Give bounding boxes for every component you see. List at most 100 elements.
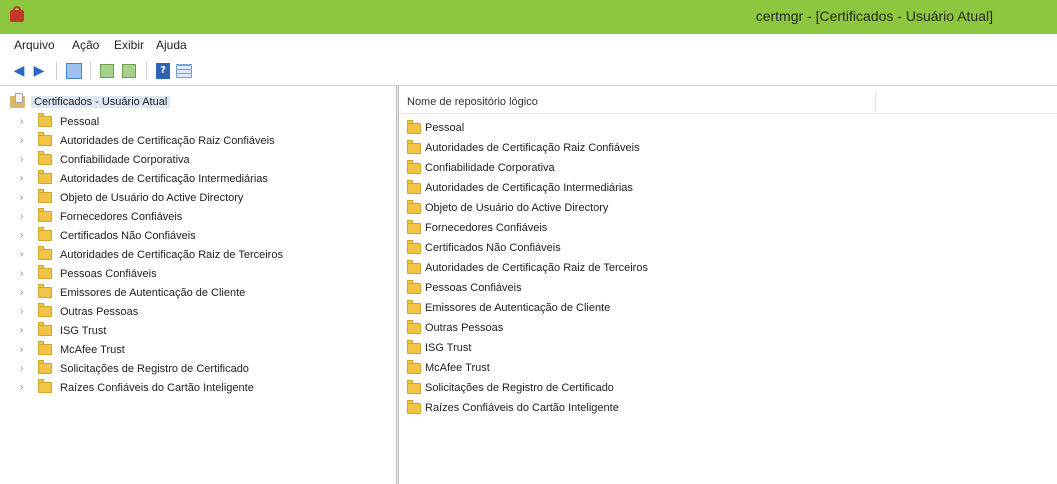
tree-item-label: ISG Trust — [60, 324, 107, 337]
import-icon[interactable] — [122, 64, 136, 78]
tree-item[interactable]: › Emissores de Autenticação de Cliente — [0, 283, 396, 302]
tree-item[interactable]: › Outras Pessoas — [0, 302, 396, 321]
folder-icon — [407, 119, 421, 134]
list-item-label: Autoridades de Certificação Raiz Confiáv… — [425, 142, 640, 154]
help-icon[interactable]: ? — [156, 63, 170, 79]
expand-chevron-icon[interactable]: › — [20, 154, 28, 165]
folder-icon — [38, 208, 52, 222]
properties-icon[interactable] — [176, 64, 192, 78]
folder-icon — [38, 246, 52, 260]
tree-item[interactable]: › Pessoal — [0, 112, 396, 131]
details-pane: Nome de repositório lógico Pessoal Autori… — [399, 86, 1057, 484]
toolbar-separator — [56, 62, 57, 80]
expand-chevron-icon[interactable]: › — [20, 344, 28, 355]
tree-item-label: McAfee Trust — [60, 343, 125, 356]
tree-item-label: Objeto de Usuário do Active Directory — [60, 191, 244, 204]
tree-item[interactable]: › Solicitações de Registro de Certificado — [0, 359, 396, 378]
list-item[interactable]: Fornecedores Confiáveis — [399, 218, 1057, 238]
tree-item[interactable]: › Raízes Confiáveis do Cartão Inteligente — [0, 378, 396, 397]
folder-icon — [407, 179, 421, 194]
list-item-label: Certificados Não Confiáveis — [425, 242, 561, 254]
expand-chevron-icon[interactable]: › — [20, 173, 28, 184]
tree-root[interactable]: Certificados - Usuário Atual — [10, 93, 171, 110]
tree-item[interactable]: › Fornecedores Confiáveis — [0, 207, 396, 226]
tree-item[interactable]: › Autoridades de Certificação Raiz Confiá… — [0, 131, 396, 150]
list-item-label: Confiabilidade Corporativa — [425, 162, 555, 174]
folder-icon — [407, 319, 421, 334]
expand-chevron-icon[interactable]: › — [20, 268, 28, 279]
tree-item[interactable]: › McAfee Trust — [0, 340, 396, 359]
menu-acao[interactable]: Ação — [72, 38, 99, 52]
tree-item-label: Outras Pessoas — [60, 305, 139, 318]
list-item[interactable]: Raízes Confiáveis do Cartão Inteligente — [399, 398, 1057, 418]
menu-arquivo[interactable]: Arquivo — [14, 38, 55, 52]
folder-icon — [38, 284, 52, 298]
menu-exibir[interactable]: Exibir — [114, 38, 144, 52]
folder-icon — [407, 299, 421, 314]
tree-item[interactable]: › ISG Trust — [0, 321, 396, 340]
tree-item-label: Fornecedores Confiáveis — [60, 210, 183, 223]
list-item[interactable]: Autoridades de Certificação Raiz de Terc… — [399, 258, 1057, 278]
folder-icon — [38, 189, 52, 203]
expand-chevron-icon[interactable]: › — [20, 211, 28, 222]
tree-item[interactable]: › Certificados Não Confiáveis — [0, 226, 396, 245]
folder-icon — [407, 339, 421, 354]
expand-chevron-icon[interactable]: › — [20, 287, 28, 298]
column-resize-handle[interactable] — [875, 92, 876, 112]
list-item-label: Solicitações de Registro de Certificado — [425, 382, 614, 394]
export-icon[interactable] — [100, 64, 114, 78]
tree-item[interactable]: › Objeto de Usuário do Active Directory — [0, 188, 396, 207]
folder-icon — [38, 360, 52, 374]
expand-chevron-icon[interactable]: › — [20, 325, 28, 336]
list-item-label: Pessoas Confiáveis — [425, 282, 522, 294]
tree-item[interactable]: › Autoridades de Certificação Intermediár… — [0, 169, 396, 188]
list-item[interactable]: Autoridades de Certificação Raiz Confiáv… — [399, 138, 1057, 158]
list-item[interactable]: McAfee Trust — [399, 358, 1057, 378]
folder-icon — [38, 170, 52, 184]
column-header[interactable]: Nome de repositório lógico — [399, 92, 1057, 114]
tree-item[interactable]: › Confiabilidade Corporativa — [0, 150, 396, 169]
app-icon[interactable] — [10, 6, 24, 22]
folder-icon — [407, 259, 421, 274]
list-item[interactable]: Certificados Não Confiáveis — [399, 238, 1057, 258]
list-item[interactable]: Objeto de Usuário do Active Directory — [399, 198, 1057, 218]
expand-chevron-icon[interactable]: › — [20, 363, 28, 374]
list-item[interactable]: Emissores de Autenticação de Cliente — [399, 298, 1057, 318]
expand-chevron-icon[interactable]: › — [20, 135, 28, 146]
tree-item-label: Autoridades de Certificação Raiz de Terc… — [60, 248, 283, 261]
tree-list: › Pessoal › Autoridades de Certificação Rai… — [0, 112, 396, 397]
folder-icon — [407, 379, 421, 394]
expand-chevron-icon[interactable]: › — [20, 116, 28, 127]
folder-icon — [407, 239, 421, 254]
list-item[interactable]: Solicitações de Registro de Certificado — [399, 378, 1057, 398]
tree-item-label: Confiabilidade Corporativa — [60, 153, 190, 166]
list-item-label: Outras Pessoas — [425, 322, 504, 334]
expand-chevron-icon[interactable]: › — [20, 249, 28, 260]
folder-icon — [407, 159, 421, 174]
list-item[interactable]: Confiabilidade Corporativa — [399, 158, 1057, 178]
folder-icon — [38, 227, 52, 241]
console-tree-icon[interactable] — [66, 63, 82, 79]
list-item[interactable]: Outras Pessoas — [399, 318, 1057, 338]
title-bar: certmgr - [Certificados - Usuário Atual] — [0, 0, 1057, 34]
tree-item-label: Pessoas Confiáveis — [60, 267, 157, 280]
expand-chevron-icon[interactable]: › — [20, 382, 28, 393]
menu-ajuda[interactable]: Ajuda — [156, 38, 187, 52]
console-tree-pane: Certificados - Usuário Atual › Pessoal › Au… — [0, 86, 396, 484]
tree-item[interactable]: › Pessoas Confiáveis — [0, 264, 396, 283]
list-item[interactable]: Autoridades de Certificação Intermediári… — [399, 178, 1057, 198]
toolbar: ◀ ▶ ? — [0, 56, 1057, 86]
list-item-label: ISG Trust — [425, 342, 472, 354]
expand-chevron-icon[interactable]: › — [20, 230, 28, 241]
expand-chevron-icon[interactable]: › — [20, 192, 28, 203]
list-item[interactable]: Pessoal — [399, 118, 1057, 138]
expand-chevron-icon[interactable]: › — [20, 306, 28, 317]
back-arrow-icon[interactable]: ◀ — [12, 63, 26, 79]
folder-icon — [38, 265, 52, 279]
tree-item[interactable]: › Autoridades de Certificação Raiz de Ter… — [0, 245, 396, 264]
forward-arrow-icon[interactable]: ▶ — [32, 63, 46, 79]
list-item[interactable]: ISG Trust — [399, 338, 1057, 358]
list-item-label: Autoridades de Certificação Intermediári… — [425, 182, 633, 194]
tree-item-label: Certificados Não Confiáveis — [60, 229, 196, 242]
list-item[interactable]: Pessoas Confiáveis — [399, 278, 1057, 298]
